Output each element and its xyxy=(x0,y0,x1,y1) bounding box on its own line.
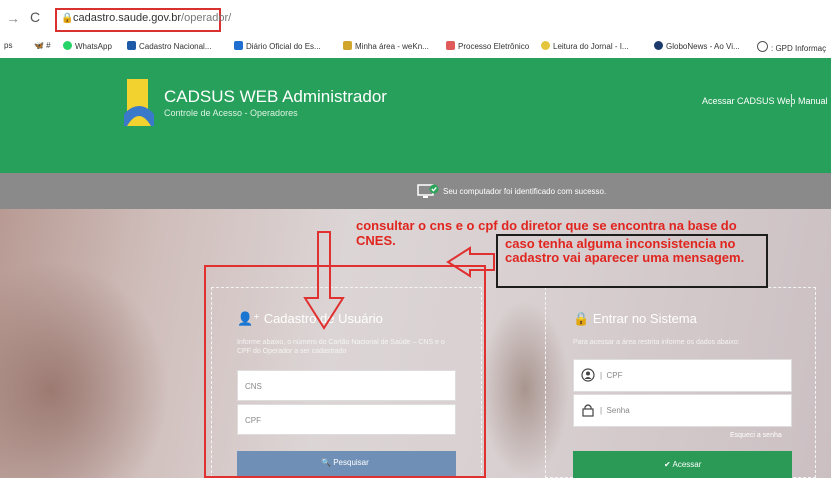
annotation-note-2: caso tenha alguma inconsistencia no cada… xyxy=(505,236,745,265)
